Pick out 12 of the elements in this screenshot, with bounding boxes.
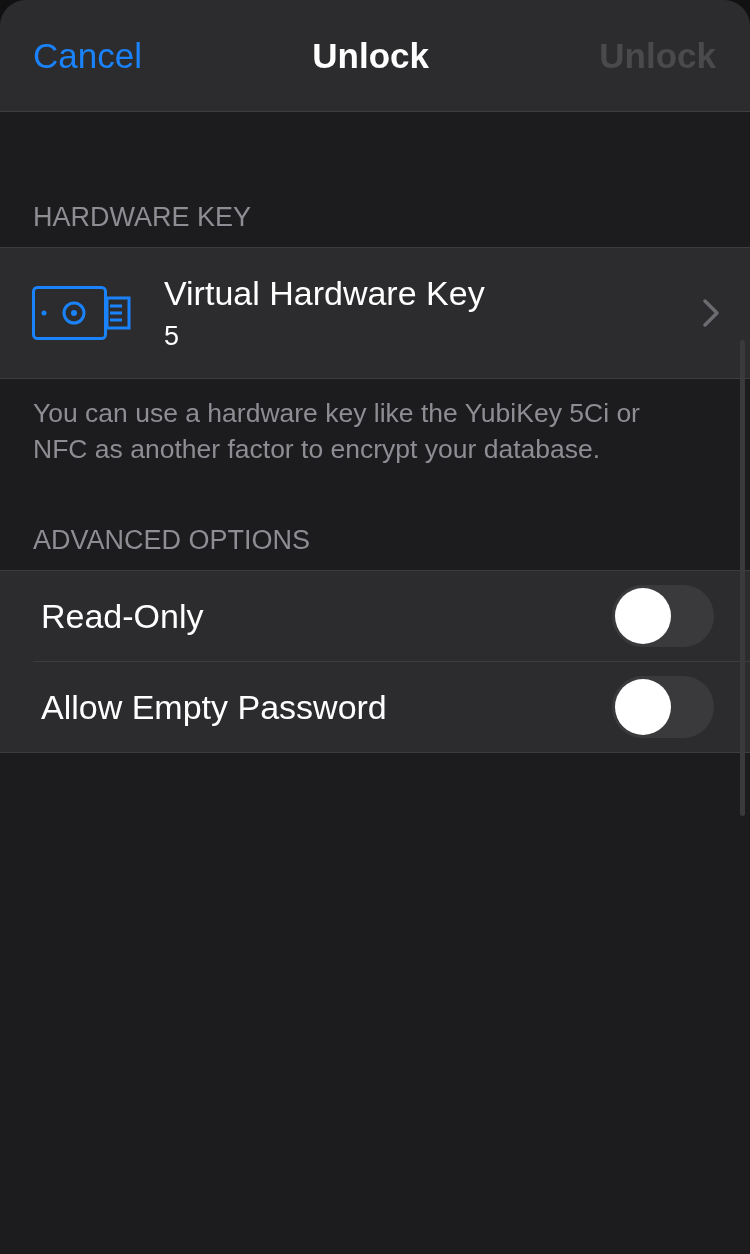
section-header: HARDWARE KEY [32,201,253,234]
key-subtitle: 5 [164,321,181,352]
cancel-button[interactable]: Cancel [33,35,142,76]
option-label: Read-Only [41,596,204,636]
key-title: Virtual Hardware Key [164,274,486,313]
hardware-key-row[interactable]: Virtual Hardware Key 5 [0,248,750,378]
option-label: Allow Empty Password [41,687,387,727]
footer-text: You can use a hardware key like the YubiKey 5Ci or NFC as another factor to encrypt your database. [32,397,641,466]
usb-key-icon [32,286,134,340]
chevron-icon [702,298,720,328]
nav-title: Unlock [312,35,429,76]
section-header: ADVANCED OPTIONS [32,524,312,557]
